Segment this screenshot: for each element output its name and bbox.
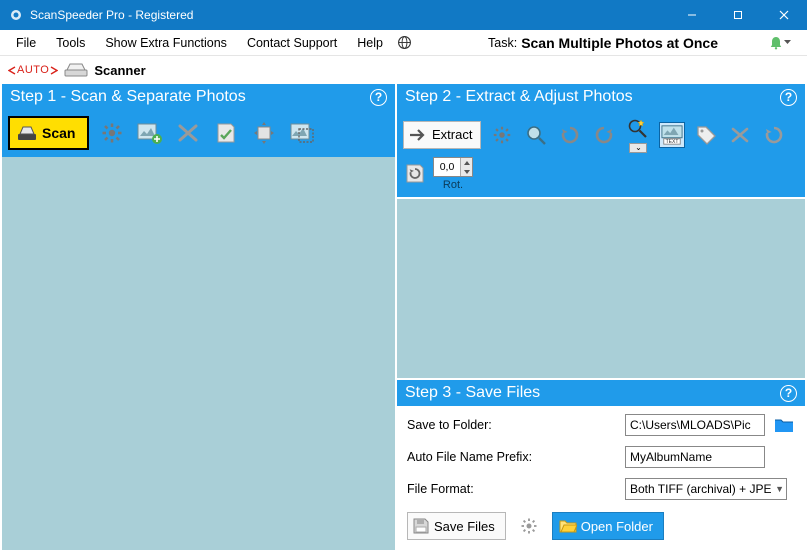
step2-header: Step 2 - Extract & Adjust Photos ? [397, 84, 805, 110]
step3-panel: Step 3 - Save Files ? Save to Folder: Au… [397, 380, 805, 550]
step1-help-icon[interactable]: ? [370, 89, 387, 106]
menu-contact[interactable]: Contact Support [237, 33, 347, 53]
step1-title: Step 1 - Scan & Separate Photos [10, 88, 370, 106]
add-image-icon[interactable] [135, 118, 165, 148]
step1-header: Step 1 - Scan & Separate Photos ? [2, 84, 395, 110]
extract-button[interactable]: Extract [403, 121, 481, 149]
rotation-row: Rot. [397, 157, 805, 197]
step1-canvas[interactable] [2, 157, 395, 550]
format-value: Both TIFF (archival) + JPE [630, 482, 772, 496]
prefix-label: Auto File Name Prefix: [407, 450, 617, 464]
open-folder-label: Open Folder [581, 519, 653, 534]
step1-panel: Step 1 - Scan & Separate Photos ? Scan [2, 84, 395, 550]
source-label[interactable]: Scanner [94, 63, 145, 78]
chevron-down-icon: ▼ [772, 484, 784, 494]
rotation-control: Rot. [433, 157, 473, 191]
maximize-button[interactable] [715, 0, 761, 30]
save-settings-icon[interactable] [516, 513, 542, 539]
save-to-label: Save to Folder: [407, 418, 617, 432]
step3-header: Step 3 - Save Files ? [397, 380, 805, 406]
window-title: ScanSpeeder Pro - Registered [30, 8, 193, 22]
rotate-left-icon[interactable] [557, 122, 583, 148]
browse-folder-button[interactable] [773, 414, 795, 436]
svg-text:TEXT: TEXT [666, 139, 679, 145]
prefix-input[interactable] [625, 446, 765, 468]
rotation-input[interactable] [434, 158, 460, 176]
delete-icon[interactable] [173, 118, 203, 148]
step2-help-icon[interactable]: ? [780, 89, 797, 106]
open-folder-button[interactable]: Open Folder [552, 512, 664, 540]
menu-help[interactable]: Help [347, 33, 393, 53]
format-label: File Format: [407, 482, 617, 496]
minimize-button[interactable] [669, 0, 715, 30]
settings-icon[interactable] [489, 122, 515, 148]
rot-up[interactable] [460, 158, 472, 167]
step3-title: Step 3 - Save Files [405, 384, 780, 402]
step2-title: Step 2 - Extract & Adjust Photos [405, 88, 780, 106]
step3-button-row: Save Files Open Folder [397, 506, 805, 550]
rotate-apply-icon[interactable] [403, 161, 427, 185]
auto-detect-badge[interactable]: AUTO [8, 64, 58, 76]
mark-icon[interactable] [211, 118, 241, 148]
delete-icon[interactable] [727, 122, 753, 148]
step2-toolbar: Extract ⌄ TEXT [397, 110, 805, 157]
save-folder-input[interactable] [625, 414, 765, 436]
save-files-label: Save Files [434, 519, 495, 534]
text-caption-icon[interactable]: TEXT [659, 122, 685, 148]
source-bar: AUTO Scanner [0, 56, 807, 84]
step3-help-icon[interactable]: ? [780, 385, 797, 402]
title-bar: ScanSpeeder Pro - Registered [0, 0, 807, 30]
save-files-button[interactable]: Save Files [407, 512, 506, 540]
scanner-icon [64, 62, 88, 78]
step2-panel: Step 2 - Extract & Adjust Photos ? Extra… [397, 84, 805, 197]
undo-icon[interactable] [761, 122, 787, 148]
menu-file[interactable]: File [6, 33, 46, 53]
task-value[interactable]: Scan Multiple Photos at Once [521, 35, 758, 51]
chevron-down-icon[interactable]: ⌄ [629, 143, 647, 153]
rotation-label: Rot. [443, 179, 463, 191]
menu-tools[interactable]: Tools [46, 33, 95, 53]
rot-down[interactable] [460, 167, 472, 176]
format-select[interactable]: Both TIFF (archival) + JPE ▼ [625, 478, 787, 500]
scan-button-label: Scan [42, 125, 75, 141]
rotation-stepper[interactable] [433, 157, 473, 177]
right-column: Step 2 - Extract & Adjust Photos ? Extra… [397, 84, 805, 550]
step1-toolbar: Scan [2, 110, 395, 157]
auto-enhance-dropdown[interactable]: ⌄ [625, 116, 651, 153]
tag-icon[interactable] [693, 122, 719, 148]
app-icon [8, 7, 24, 23]
rotate-right-icon[interactable] [591, 122, 617, 148]
scan-button[interactable]: Scan [8, 116, 89, 150]
close-button[interactable] [761, 0, 807, 30]
notification-bell-icon[interactable] [758, 35, 801, 51]
step2-canvas[interactable] [397, 199, 805, 378]
step3-form: Save to Folder: Auto File Name Prefix: F… [397, 406, 805, 506]
extract-button-label: Extract [432, 127, 472, 142]
language-icon[interactable] [397, 35, 412, 50]
menu-extra[interactable]: Show Extra Functions [95, 33, 237, 53]
zoom-icon[interactable] [523, 122, 549, 148]
main-area: Step 1 - Scan & Separate Photos ? Scan S… [0, 84, 807, 552]
task-label: Task: [488, 36, 521, 50]
auto-text: AUTO [17, 64, 49, 76]
settings-icon[interactable] [97, 118, 127, 148]
crop-frame-icon[interactable] [287, 118, 317, 148]
grid-nudge-icon[interactable] [249, 118, 279, 148]
menu-bar: File Tools Show Extra Functions Contact … [0, 30, 807, 56]
